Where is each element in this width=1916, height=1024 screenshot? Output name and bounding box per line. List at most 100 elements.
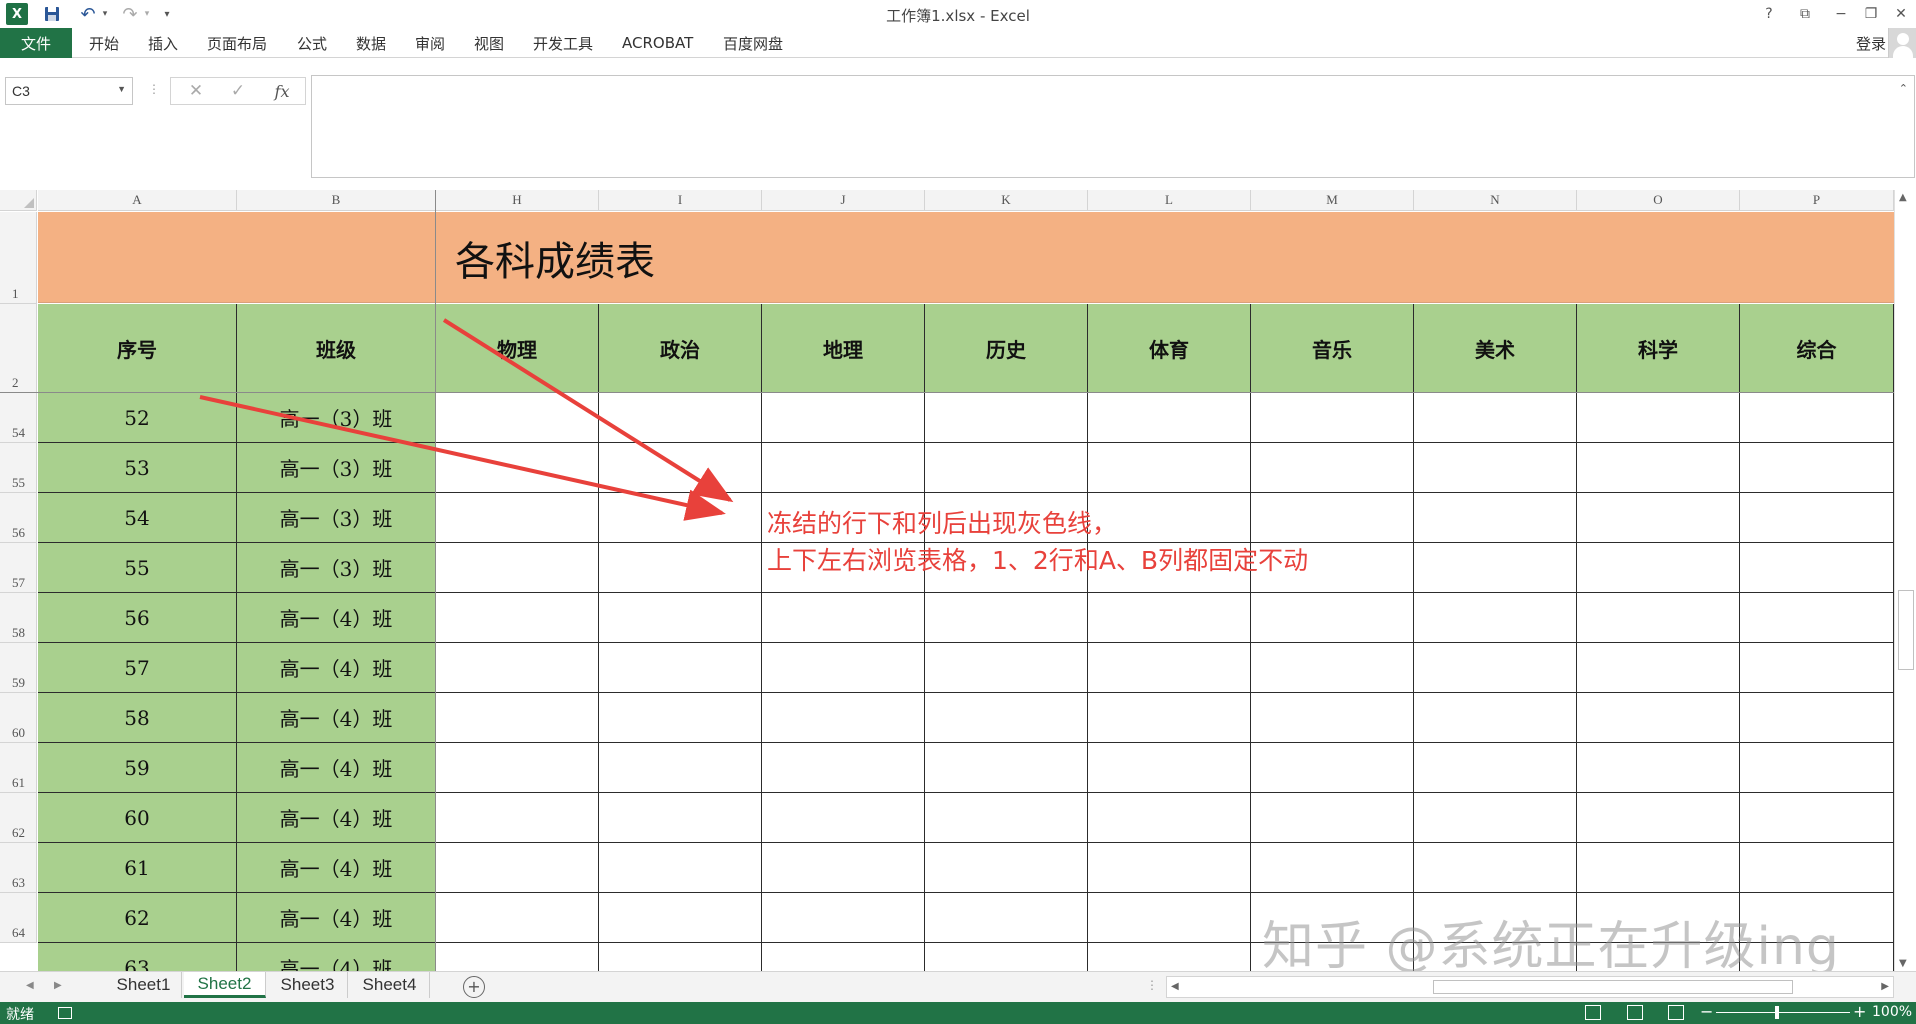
restore-button[interactable]: ❐ <box>1856 2 1886 26</box>
header-cell[interactable]: 科学 <box>1577 304 1740 393</box>
avatar-icon[interactable] <box>1888 28 1916 58</box>
empty-cell[interactable] <box>1740 393 1894 443</box>
empty-cell[interactable] <box>762 943 925 971</box>
seq-cell[interactable]: 59 <box>38 743 237 793</box>
empty-cell[interactable] <box>1414 793 1577 843</box>
empty-cell[interactable] <box>925 643 1088 693</box>
empty-cell[interactable] <box>1740 743 1894 793</box>
empty-cell[interactable] <box>925 743 1088 793</box>
column-header-o[interactable]: O <box>1577 190 1740 211</box>
empty-cell[interactable] <box>1414 543 1577 593</box>
empty-cell[interactable] <box>1414 643 1577 693</box>
tab-review[interactable]: 审阅 <box>415 28 445 58</box>
scroll-right-icon[interactable]: ▶ <box>1881 981 1889 992</box>
class-cell[interactable]: 高一（4）班 <box>237 643 436 693</box>
login-link[interactable]: 登录 <box>1856 28 1886 58</box>
vertical-scroll-thumb[interactable] <box>1898 590 1914 670</box>
column-header-a[interactable]: A <box>38 190 237 211</box>
scroll-down-icon[interactable]: ▼ <box>1899 958 1907 969</box>
class-cell[interactable]: 高一（3）班 <box>237 543 436 593</box>
seq-cell[interactable]: 63 <box>38 943 237 971</box>
prev-sheet-icon[interactable]: ◀ <box>26 980 34 991</box>
macro-record-icon[interactable] <box>58 1007 72 1019</box>
next-sheet-icon[interactable]: ▶ <box>54 980 62 991</box>
empty-cell[interactable] <box>925 443 1088 493</box>
formula-bar-grip-icon[interactable]: ⋮ <box>148 82 160 96</box>
class-cell[interactable]: 高一（3）班 <box>237 393 436 443</box>
empty-cell[interactable] <box>436 393 599 443</box>
seq-cell[interactable]: 58 <box>38 693 237 743</box>
tab-page-layout[interactable]: 页面布局 <box>207 28 267 58</box>
tab-home[interactable]: 开始 <box>89 28 119 58</box>
header-cell[interactable]: 政治 <box>599 304 762 393</box>
empty-cell[interactable] <box>1088 643 1251 693</box>
empty-cell[interactable] <box>1088 393 1251 443</box>
horizontal-scroll-thumb[interactable] <box>1433 980 1793 994</box>
empty-cell[interactable] <box>1251 843 1414 893</box>
empty-cell[interactable] <box>1414 843 1577 893</box>
worksheet-grid[interactable]: ABHIJKLMNOP 1 2 54 55 56 57 58 59 60 61 62 63 64 各科成… <box>0 190 1916 971</box>
row-header-55[interactable]: 55 <box>0 443 37 493</box>
row-header-62[interactable]: 62 <box>0 793 37 843</box>
seq-cell[interactable]: 61 <box>38 843 237 893</box>
empty-cell[interactable] <box>1088 443 1251 493</box>
empty-cell[interactable] <box>599 743 762 793</box>
empty-cell[interactable] <box>1251 693 1414 743</box>
empty-cell[interactable] <box>1414 493 1577 543</box>
title-merged-cell[interactable] <box>38 212 1894 303</box>
empty-cell[interactable] <box>925 943 1088 971</box>
scroll-left-icon[interactable]: ◀ <box>1171 981 1179 992</box>
empty-cell[interactable] <box>599 543 762 593</box>
empty-cell[interactable] <box>1577 393 1740 443</box>
tab-developer[interactable]: 开发工具 <box>533 28 593 58</box>
empty-cell[interactable] <box>1740 443 1894 493</box>
enter-icon[interactable]: ✓ <box>223 80 253 102</box>
empty-cell[interactable] <box>1740 593 1894 643</box>
row-header-61[interactable]: 61 <box>0 743 37 793</box>
page-break-view-icon[interactable] <box>1668 1005 1684 1020</box>
name-box[interactable]: C3 ▼ <box>5 77 133 105</box>
header-cell[interactable]: 班级 <box>237 304 436 393</box>
row-header-2[interactable]: 2 <box>0 304 37 393</box>
empty-cell[interactable] <box>925 693 1088 743</box>
column-header-m[interactable]: M <box>1251 190 1414 211</box>
empty-cell[interactable] <box>1414 693 1577 743</box>
empty-cell[interactable] <box>1577 843 1740 893</box>
class-cell[interactable]: 高一（4）班 <box>237 593 436 643</box>
empty-cell[interactable] <box>925 893 1088 943</box>
seq-cell[interactable]: 57 <box>38 643 237 693</box>
empty-cell[interactable] <box>436 443 599 493</box>
empty-cell[interactable] <box>762 893 925 943</box>
vertical-scrollbar[interactable]: ▲ ▼ <box>1894 190 1916 971</box>
row-header-63[interactable]: 63 <box>0 843 37 893</box>
header-cell[interactable]: 美术 <box>1414 304 1577 393</box>
empty-cell[interactable] <box>436 643 599 693</box>
empty-cell[interactable] <box>436 593 599 643</box>
empty-cell[interactable] <box>925 393 1088 443</box>
empty-cell[interactable] <box>1088 693 1251 743</box>
empty-cell[interactable] <box>1740 493 1894 543</box>
empty-cell[interactable] <box>1740 793 1894 843</box>
collapse-formula-bar-icon[interactable]: ⌃ <box>1899 82 1908 95</box>
insert-function-icon[interactable]: fx <box>267 80 297 102</box>
cancel-icon[interactable]: ✕ <box>181 80 211 102</box>
class-cell[interactable]: 高一（3）班 <box>237 493 436 543</box>
empty-cell[interactable] <box>599 643 762 693</box>
empty-cell[interactable] <box>1414 743 1577 793</box>
empty-cell[interactable] <box>1088 743 1251 793</box>
tab-file[interactable]: 文件 <box>0 28 72 58</box>
normal-view-icon[interactable] <box>1585 1005 1601 1020</box>
header-cell[interactable]: 音乐 <box>1251 304 1414 393</box>
empty-cell[interactable] <box>436 743 599 793</box>
empty-cell[interactable] <box>1414 593 1577 643</box>
header-cell[interactable]: 历史 <box>925 304 1088 393</box>
class-cell[interactable]: 高一（4）班 <box>237 793 436 843</box>
header-cell[interactable]: 综合 <box>1740 304 1894 393</box>
tab-acrobat[interactable]: ACROBAT <box>622 28 693 58</box>
empty-cell[interactable] <box>1414 443 1577 493</box>
row-header-54[interactable]: 54 <box>0 393 37 443</box>
empty-cell[interactable] <box>1577 493 1740 543</box>
empty-cell[interactable] <box>762 443 925 493</box>
zoom-in-button[interactable]: + <box>1853 1002 1866 1021</box>
empty-cell[interactable] <box>436 793 599 843</box>
